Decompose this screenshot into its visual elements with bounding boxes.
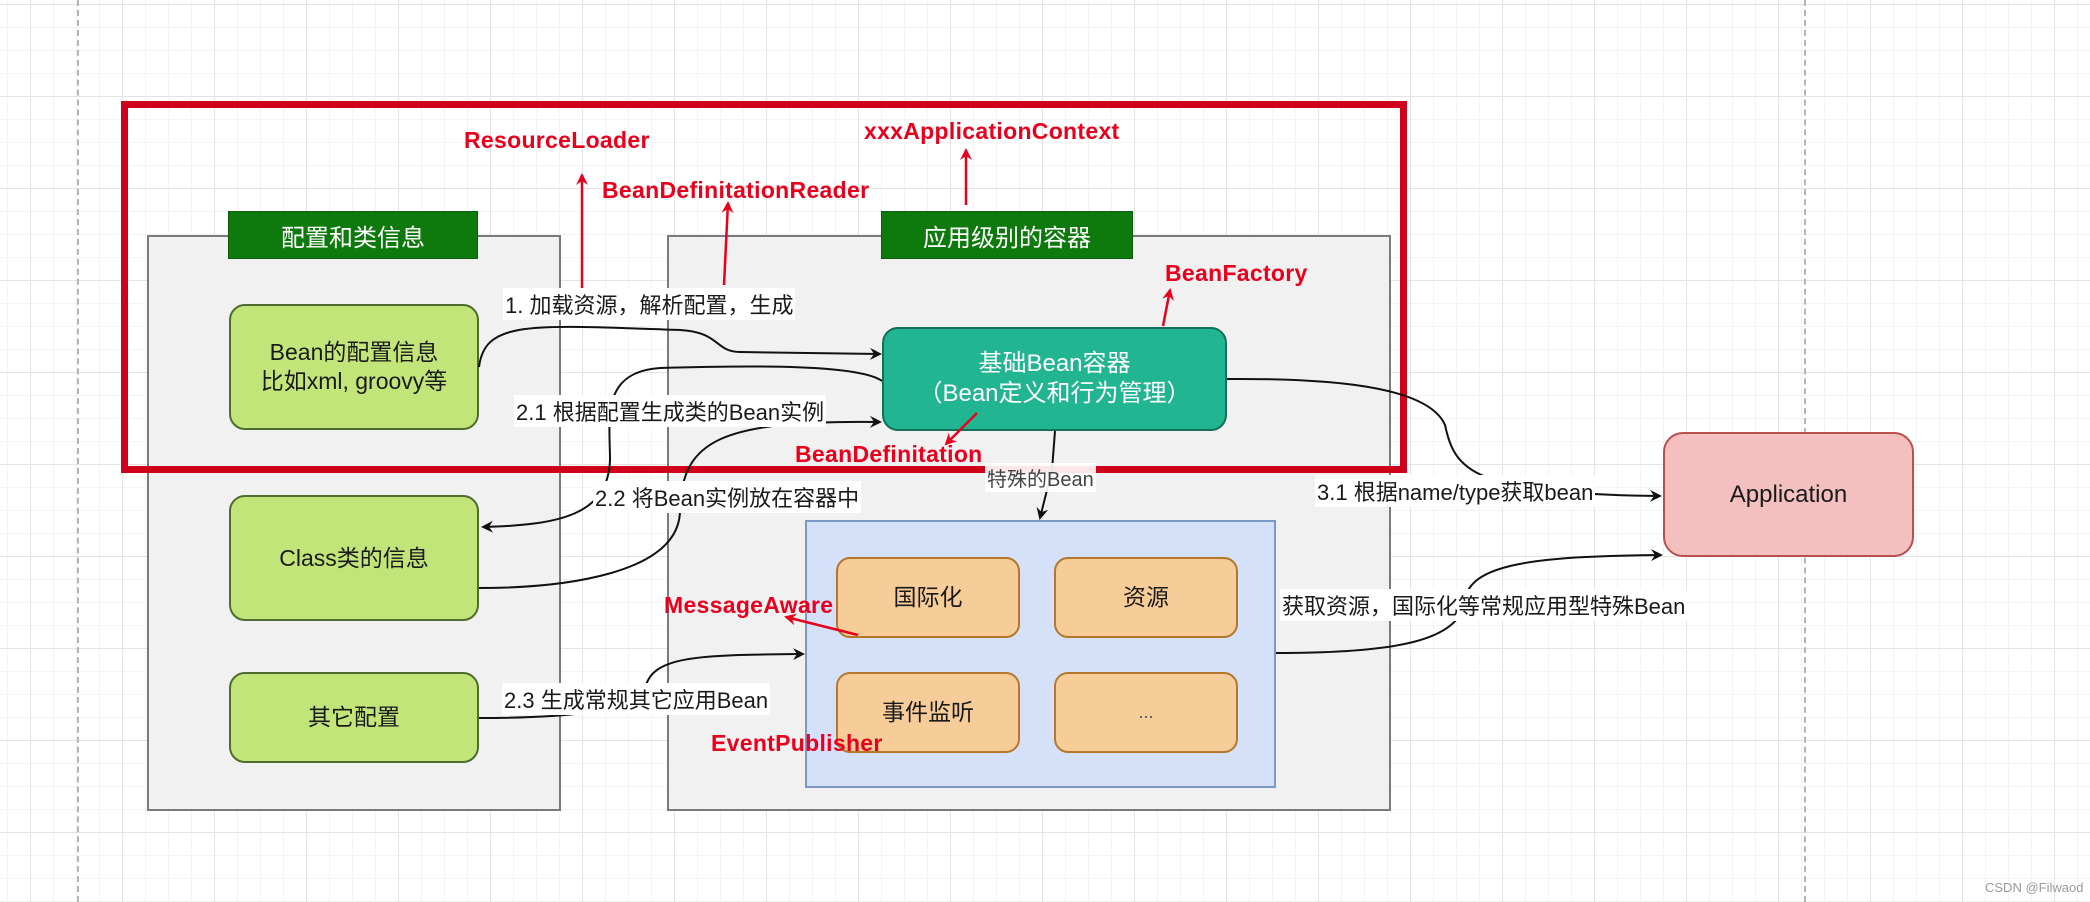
- more-node[interactable]: ...: [1054, 672, 1238, 753]
- edge-label-get-resources: 获取资源，国际化等常规应用型特殊Bean: [1280, 589, 1688, 621]
- event-listener-label: 事件监听: [882, 699, 974, 726]
- page-guide-left: [77, 0, 79, 902]
- edge-label-put-instance: 2.2 将Bean实例放在容器中: [593, 481, 862, 513]
- annotation-resource-loader: ResourceLoader: [464, 127, 650, 153]
- i18n-label: 国际化: [893, 584, 963, 611]
- edge-label-special-bean: 特殊的Bean: [985, 463, 1096, 492]
- class-info-label: Class类的信息: [279, 544, 429, 571]
- edge-label-get-bean: 3.1 根据name/type获取bean: [1315, 475, 1596, 507]
- edge-label-create-other: 2.3 生成常规其它应用Bean: [502, 683, 771, 715]
- other-config-node[interactable]: 其它配置: [229, 672, 479, 763]
- edge-label-load: 1. 加载资源，解析配置，生成: [503, 288, 796, 320]
- application-label: Application: [1729, 480, 1848, 508]
- annotation-application-context: xxxApplicationContext: [864, 118, 1120, 144]
- resource-node[interactable]: 资源: [1054, 557, 1238, 638]
- class-info-node[interactable]: Class类的信息: [229, 495, 479, 621]
- more-label: ...: [1138, 702, 1154, 723]
- annotation-event-publisher: EventPublisher: [711, 730, 883, 756]
- annotation-bean-factory: BeanFactory: [1165, 260, 1308, 286]
- other-config-label: 其它配置: [308, 704, 400, 731]
- annotation-message-aware: MessageAware: [664, 592, 834, 618]
- annotation-definition-reader: BeanDefinitationReader: [602, 177, 870, 203]
- application-node[interactable]: Application: [1663, 432, 1914, 557]
- annotation-bean-definition: BeanDefinitation: [795, 441, 983, 467]
- resource-label: 资源: [1123, 584, 1169, 611]
- i18n-node[interactable]: 国际化: [836, 557, 1020, 638]
- watermark: CSDN @Filwaod: [1985, 880, 2084, 895]
- edge-label-create-instance: 2.1 根据配置生成类的Bean实例: [514, 395, 827, 427]
